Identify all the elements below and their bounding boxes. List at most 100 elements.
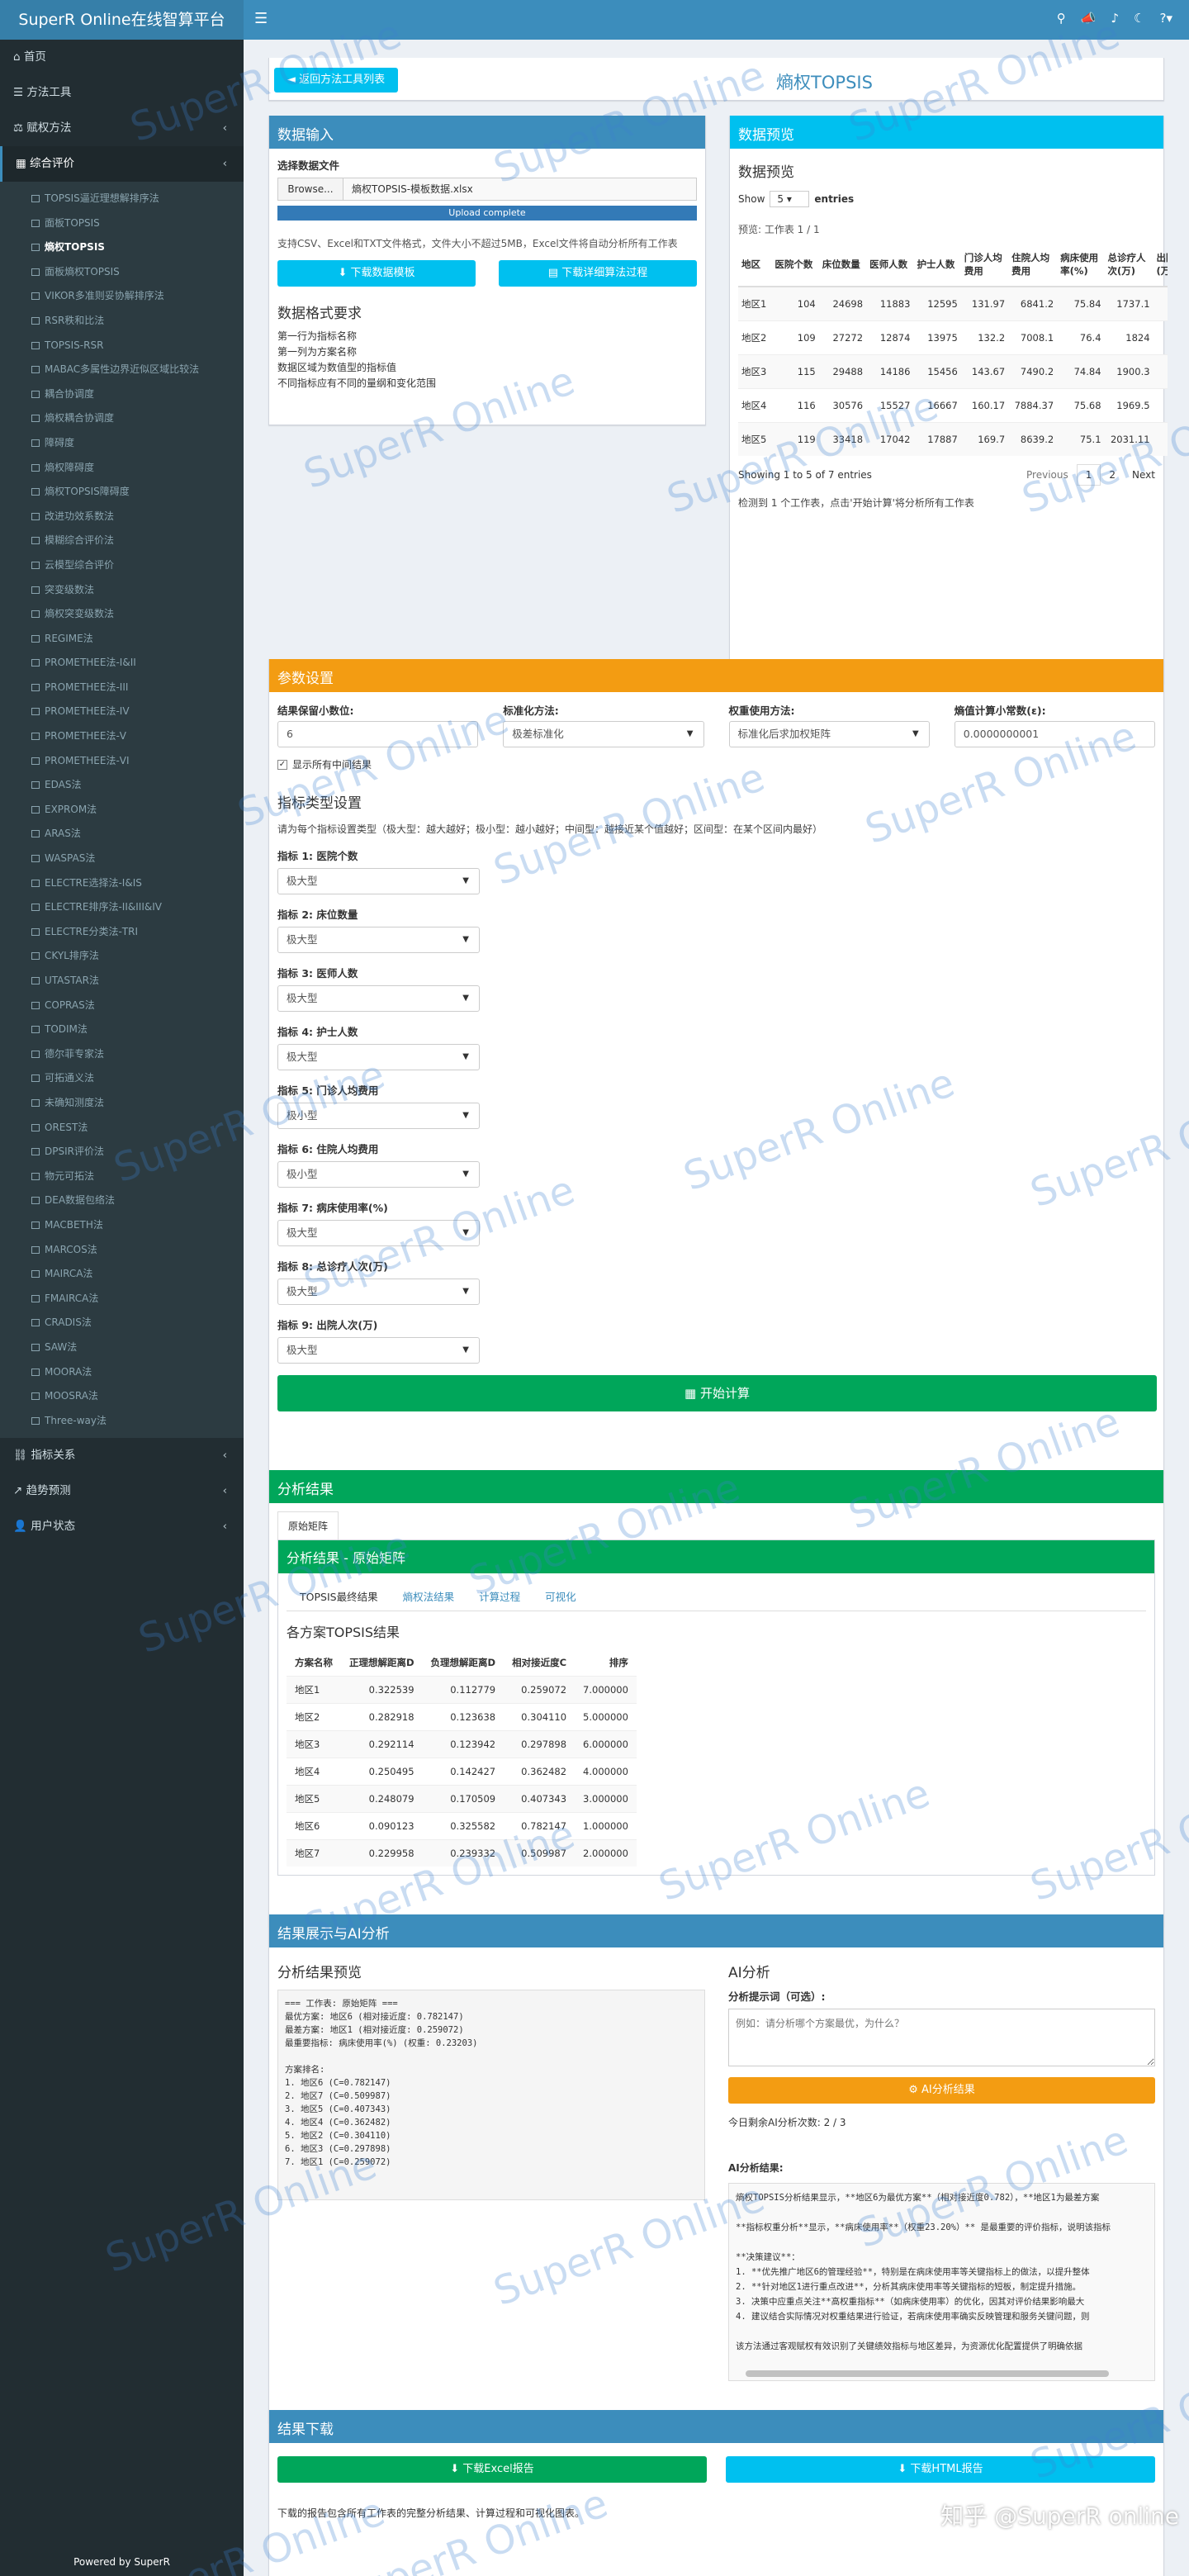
sidebar-subitem[interactable]: 障碍度 (0, 431, 244, 456)
sidebar-item-home[interactable]: ⌂ 首页 (0, 40, 244, 75)
bell-icon[interactable]: ♪ (1111, 11, 1119, 26)
sidebar-subitem[interactable]: 可拓通义法 (0, 1066, 244, 1091)
indicator-type-select[interactable]: 极小型 ▼ (277, 1103, 480, 1129)
sidebar-subitem[interactable]: MARCOS法 (0, 1238, 244, 1263)
sidebar-subitem[interactable]: ELECTRE分类法-TRI (0, 920, 244, 945)
sidebar-subitem[interactable]: UTASTAR法 (0, 969, 244, 994)
question-icon[interactable]: ?▾ (1160, 11, 1173, 26)
sidebar-subitem[interactable]: ELECTRE排序法-II&III&IV (0, 895, 244, 920)
sidebar-subitem[interactable]: 面板熵权TOPSIS (0, 260, 244, 285)
table-header[interactable]: 出院人次(万) (1153, 243, 1168, 287)
sidebar-item-relations[interactable]: ⛓ 指标关系 ‹ (0, 1438, 244, 1473)
sidebar-subitem[interactable]: MOORA法 (0, 1360, 244, 1385)
sidebar-subitem[interactable]: 熵权TOPSIS障碍度 (0, 480, 244, 505)
prompt-textarea[interactable] (728, 2009, 1155, 2066)
prev-page-button[interactable]: Previous (1026, 469, 1068, 481)
sidebar-subitem[interactable]: MAIRCA法 (0, 1262, 244, 1287)
tab-visualize[interactable]: 可视化 (545, 1588, 576, 1604)
sidebar-subitem[interactable]: 物元可拓法 (0, 1165, 244, 1189)
sidebar-subitem[interactable]: 熵权突变级数法 (0, 602, 244, 627)
sidebar-subitem[interactable]: REGIME法 (0, 627, 244, 652)
sidebar-item-evaluation[interactable]: ▦ 综合评价 ‹ (0, 146, 244, 182)
start-calc-button[interactable]: ▦ 开始计算 (277, 1375, 1157, 1411)
sidebar-subitem[interactable]: SAW法 (0, 1335, 244, 1360)
table-header[interactable]: 地区 (738, 243, 771, 287)
table-header[interactable]: 床位数量 (819, 243, 866, 287)
indicator-type-select[interactable]: 极大型 ▼ (277, 1044, 480, 1070)
sidebar-item-tools[interactable]: ☰ 方法工具 (0, 75, 244, 111)
sidebar-subitem[interactable]: RSR秩和比法 (0, 309, 244, 334)
sidebar-subitem[interactable]: PROMETHEE法-I&II (0, 651, 244, 676)
sidebar-subitem[interactable]: TOPSIS逼近理想解排序法 (0, 187, 244, 211)
indicator-type-select[interactable]: 极大型 ▼ (277, 1279, 480, 1305)
standardize-select[interactable]: 极差标准化 ▼ (503, 721, 704, 747)
sidebar-subitem[interactable]: 熵权耦合协调度 (0, 406, 244, 431)
download-template-button[interactable]: ⬇ 下载数据模板 (277, 260, 476, 287)
sidebar-subitem[interactable]: OREST法 (0, 1116, 244, 1141)
table-header[interactable]: 住院人均费用 (1008, 243, 1057, 287)
search-icon[interactable]: ⚲ (1057, 11, 1066, 26)
sidebar-subitem[interactable]: PROMETHEE法-VI (0, 749, 244, 774)
sidebar-subitem[interactable]: MACBETH法 (0, 1213, 244, 1238)
sidebar-subitem[interactable]: MABAC多属性边界近似区域比较法 (0, 358, 244, 382)
sidebar-subitem[interactable]: CRADIS法 (0, 1311, 244, 1335)
indicator-type-select[interactable]: 极大型 ▼ (277, 927, 480, 953)
sidebar-subitem[interactable]: 面板TOPSIS (0, 211, 244, 236)
sidebar-subitem[interactable]: COPRAS法 (0, 994, 244, 1018)
indicator-type-select[interactable]: 极大型 ▼ (277, 868, 480, 894)
sidebar-subitem[interactable]: 模糊综合评价法 (0, 529, 244, 553)
indicator-type-select[interactable]: 极大型 ▼ (277, 1220, 480, 1246)
sidebar-subitem[interactable]: PROMETHEE法-V (0, 724, 244, 749)
download-detail-button[interactable]: ▤ 下载详细算法过程 (499, 260, 697, 287)
table-header[interactable]: 总诊疗人次(万) (1105, 243, 1153, 287)
horizontal-scrollbar[interactable] (746, 2370, 1109, 2377)
tab-raw-matrix[interactable]: 原始矩阵 (277, 1511, 339, 1539)
sidebar-subitem[interactable]: FMAIRCA法 (0, 1287, 244, 1312)
sidebar-subitem[interactable]: EXPROM法 (0, 798, 244, 823)
weight-select[interactable]: 标准化后求加权矩阵 ▼ (728, 721, 930, 747)
sidebar-subitem[interactable]: 耦合协调度 (0, 382, 244, 407)
sidebar-subitem[interactable]: PROMETHEE法-IV (0, 700, 244, 724)
show-all-checkbox[interactable]: ✓ (277, 759, 287, 770)
sidebar-subitem[interactable]: MOOSRA法 (0, 1384, 244, 1409)
indicator-type-select[interactable]: 极大型 ▼ (277, 985, 480, 1012)
moon-icon[interactable]: ☾ (1134, 11, 1144, 26)
sidebar-subitem[interactable]: 改进功效系数法 (0, 505, 244, 529)
menu-toggle-icon[interactable]: ☰ (254, 10, 268, 27)
table-header[interactable]: 医师人数 (866, 243, 913, 287)
table-header[interactable]: 医院个数 (771, 243, 818, 287)
bullhorn-icon[interactable]: 📣 (1081, 11, 1097, 26)
indicator-type-select[interactable]: 极大型 ▼ (277, 1337, 480, 1364)
download-excel-button[interactable]: ⬇ 下载Excel报告 (277, 2456, 707, 2483)
browse-button[interactable]: Browse... (277, 178, 343, 201)
next-page-button[interactable]: Next (1132, 469, 1155, 481)
sidebar-subitem[interactable]: WASPAS法 (0, 847, 244, 871)
sidebar-subitem[interactable]: Three-way法 (0, 1409, 244, 1434)
app-logo[interactable]: SuperR Online在线智算平台 (0, 0, 244, 40)
sidebar-subitem[interactable]: 熵权TOPSIS (0, 235, 244, 260)
table-header[interactable]: 门诊人均费用 (961, 243, 1008, 287)
sidebar-item-forecast[interactable]: ↗ 趋势预测 ‹ (0, 1473, 244, 1509)
sidebar-subitem[interactable]: 未确知测度法 (0, 1091, 244, 1116)
download-html-button[interactable]: ⬇ 下载HTML报告 (726, 2456, 1155, 2483)
sidebar-item-weighting[interactable]: ⚖ 赋权方法 ‹ (0, 111, 244, 146)
sidebar-subitem[interactable]: VIKOR多准则妥协解排序法 (0, 284, 244, 309)
tab-entropy[interactable]: 熵权法结果 (403, 1588, 455, 1604)
entropy-input[interactable]: 0.0000000001 (954, 721, 1155, 747)
file-input[interactable]: Browse... 熵权TOPSIS-模板数据.xlsx (277, 178, 697, 201)
sidebar-subitem[interactable]: 熵权障碍度 (0, 456, 244, 481)
tab-process[interactable]: 计算过程 (479, 1588, 520, 1604)
page-2-button[interactable]: 2 (1109, 469, 1116, 481)
page-1-button[interactable]: 1 (1076, 464, 1101, 486)
table-header[interactable]: 病床使用率(%) (1057, 243, 1104, 287)
ai-analyze-button[interactable]: ⚙ AI分析结果 (728, 2077, 1155, 2104)
sidebar-subitem[interactable]: PROMETHEE法-III (0, 676, 244, 700)
sidebar-subitem[interactable]: EDAS法 (0, 773, 244, 798)
sidebar-subitem[interactable]: 云模型综合评价 (0, 553, 244, 578)
sidebar-item-user[interactable]: 👤 用户状态 ‹ (0, 1509, 244, 1544)
entries-select[interactable]: 5 ▾ (770, 191, 810, 207)
tab-topsis-final[interactable]: TOPSIS最终结果 (300, 1588, 378, 1604)
sidebar-subitem[interactable]: CKYL排序法 (0, 944, 244, 969)
sidebar-subitem[interactable]: DPSIR评价法 (0, 1140, 244, 1165)
sidebar-subitem[interactable]: 突变级数法 (0, 578, 244, 603)
